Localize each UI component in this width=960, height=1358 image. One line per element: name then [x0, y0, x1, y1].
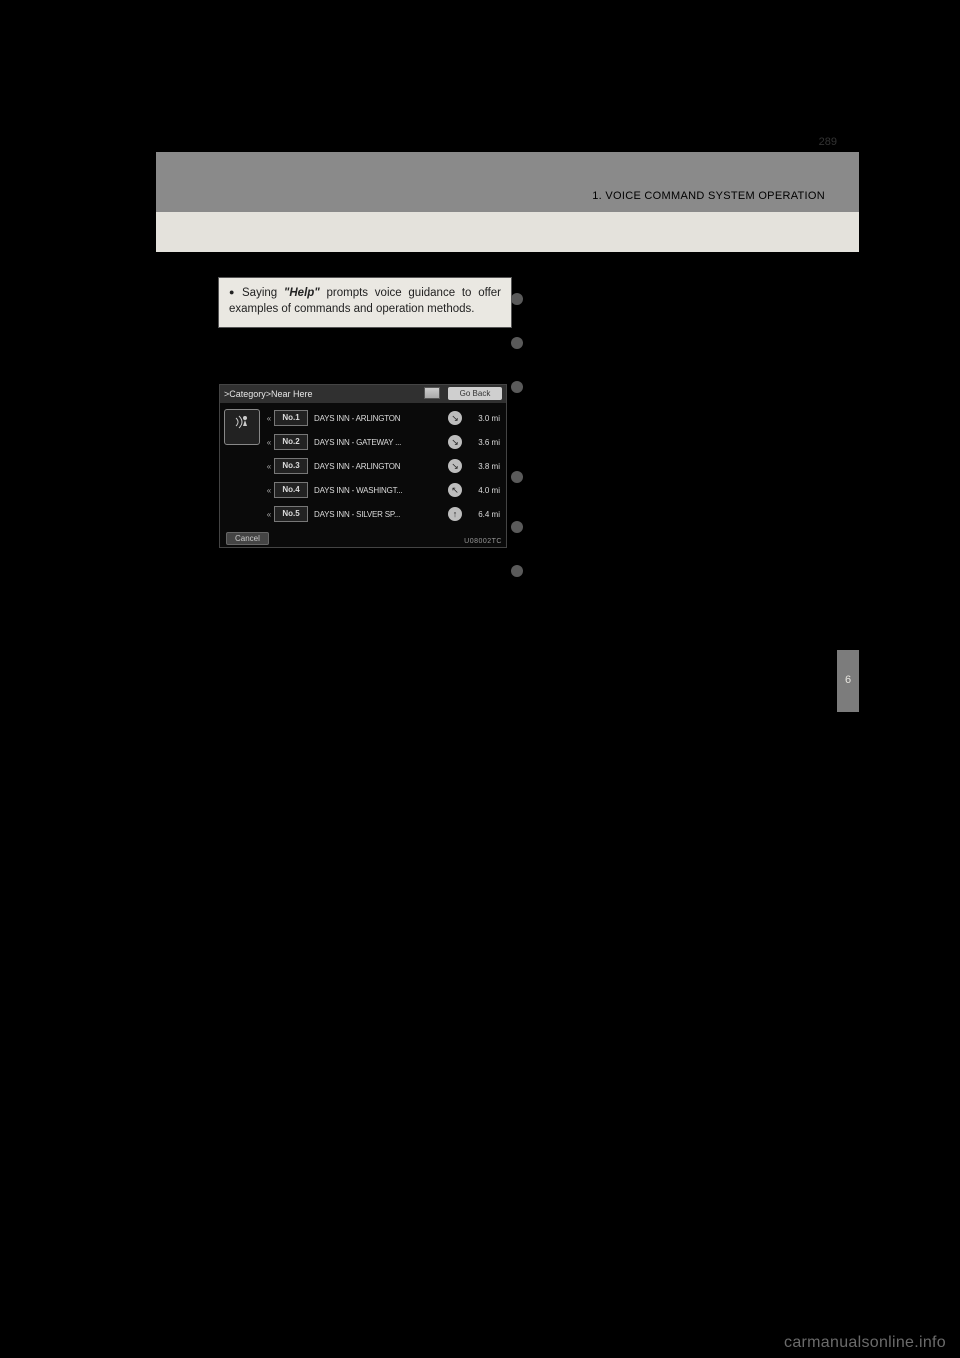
section-title: 1. VOICE COMMAND SYSTEM OPERATION	[592, 190, 825, 202]
direction-icon: ↖	[448, 483, 462, 497]
voice-icon	[224, 409, 260, 445]
flag-icon	[424, 387, 440, 399]
help-callout-box: Saying "Help" prompts voice guidance to …	[218, 277, 512, 328]
row-number: No.1	[274, 410, 308, 426]
screenshot-footer: Cancel	[220, 529, 506, 547]
bullet-item	[511, 469, 833, 483]
bullet-item	[511, 335, 833, 349]
direction-icon: ↑	[448, 507, 462, 521]
row-number: No.3	[274, 458, 308, 474]
bullet-dot-icon	[511, 521, 523, 533]
list-item[interactable]: « No.4 DAYS INN - WASHINGT... ↖ 4.0 mi	[264, 479, 500, 501]
help-lead: Saying	[242, 287, 284, 299]
poi-result-list: « No.1 DAYS INN - ARLINGTON ↘ 3.0 mi « N…	[264, 403, 506, 529]
row-distance: 3.8 mi	[466, 462, 500, 471]
row-name: DAYS INN - WASHINGT...	[314, 486, 444, 495]
bullet-item	[511, 563, 833, 577]
direction-icon: ↘	[448, 435, 462, 449]
voice-waves-icon	[232, 412, 252, 432]
chapter-number: 6	[845, 674, 851, 686]
header-bar: 1. VOICE COMMAND SYSTEM OPERATION	[156, 152, 859, 212]
row-number: No.4	[274, 482, 308, 498]
row-name: DAYS INN - ARLINGTON	[314, 462, 444, 471]
chapter-tab: 6	[837, 650, 859, 712]
row-name: DAYS INN - SILVER SP...	[314, 510, 444, 519]
go-back-button[interactable]: Go Back	[448, 387, 502, 400]
screenshot-title: >Category>Near Here	[224, 389, 313, 399]
help-callout-text: Saying "Help" prompts voice guidance to …	[229, 286, 501, 317]
device-screenshot: >Category>Near Here Go Back « No.1	[219, 384, 507, 548]
screenshot-left-panel	[220, 403, 264, 529]
screenshot-body: « No.1 DAYS INN - ARLINGTON ↘ 3.0 mi « N…	[220, 403, 506, 529]
row-distance: 3.0 mi	[466, 414, 500, 423]
row-name: DAYS INN - ARLINGTON	[314, 414, 444, 423]
bullet-dot-icon	[511, 337, 523, 349]
header-subband	[156, 212, 859, 252]
page-number: 289	[819, 136, 837, 148]
watermark: carmanualsonline.info	[784, 1334, 946, 1352]
screenshot-titlebar: >Category>Near Here Go Back	[220, 385, 506, 403]
information-bullet-list	[511, 291, 833, 607]
list-item[interactable]: « No.5 DAYS INN - SILVER SP... ↑ 6.4 mi	[264, 503, 500, 525]
list-item[interactable]: « No.1 DAYS INN - ARLINGTON ↘ 3.0 mi	[264, 407, 500, 429]
direction-icon: ↘	[448, 411, 462, 425]
bullet-dot-icon	[511, 471, 523, 483]
row-number: No.2	[274, 434, 308, 450]
cancel-button[interactable]: Cancel	[226, 532, 269, 545]
help-bold-term: "Help"	[284, 287, 320, 299]
bullet-item	[511, 291, 833, 305]
bullet-dot-icon	[511, 565, 523, 577]
voice-mark-icon: «	[264, 414, 274, 423]
voice-mark-icon: «	[264, 438, 274, 447]
image-code: U08002TC	[464, 538, 502, 545]
list-item[interactable]: « No.2 DAYS INN - GATEWAY ... ↘ 3.6 mi	[264, 431, 500, 453]
bullet-dot-icon	[511, 293, 523, 305]
list-item[interactable]: « No.3 DAYS INN - ARLINGTON ↘ 3.8 mi	[264, 455, 500, 477]
manual-page: 1. VOICE COMMAND SYSTEM OPERATION 289 Sa…	[156, 152, 859, 1184]
row-distance: 4.0 mi	[466, 486, 500, 495]
bullet-dot-icon	[511, 381, 523, 393]
bullet-item	[511, 519, 833, 533]
row-distance: 6.4 mi	[466, 510, 500, 519]
voice-mark-icon: «	[264, 486, 274, 495]
bullet-icon	[229, 287, 242, 299]
row-distance: 3.6 mi	[466, 438, 500, 447]
direction-icon: ↘	[448, 459, 462, 473]
bullet-item	[511, 379, 833, 393]
voice-mark-icon: «	[264, 510, 274, 519]
voice-mark-icon: «	[264, 462, 274, 471]
row-name: DAYS INN - GATEWAY ...	[314, 438, 444, 447]
row-number: No.5	[274, 506, 308, 522]
